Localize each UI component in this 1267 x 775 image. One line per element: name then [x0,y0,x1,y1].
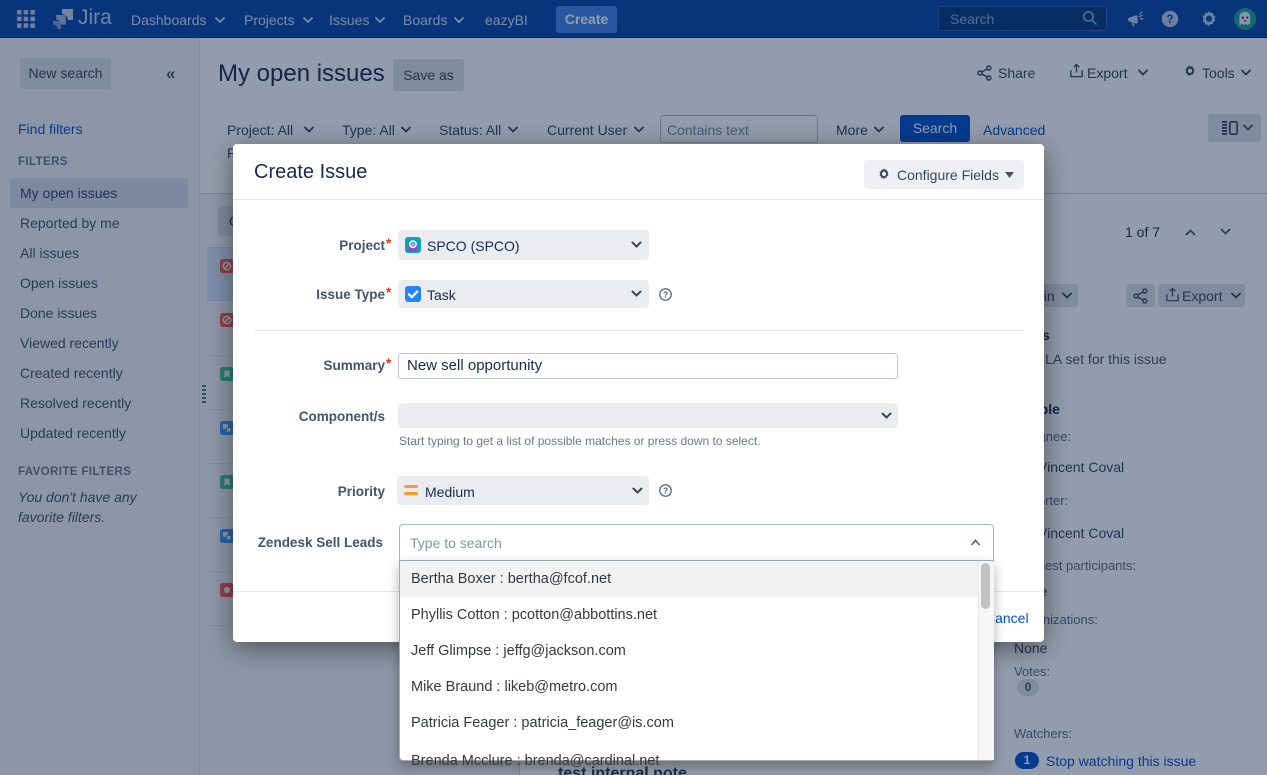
svg-text:?: ? [663,486,668,496]
svg-text:?: ? [663,290,668,300]
